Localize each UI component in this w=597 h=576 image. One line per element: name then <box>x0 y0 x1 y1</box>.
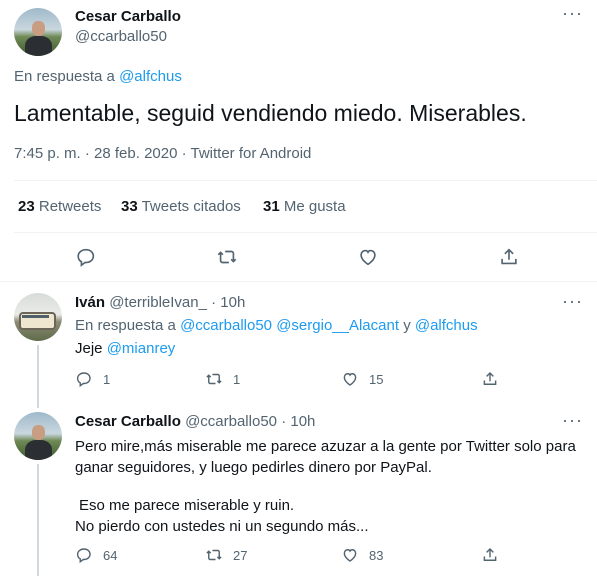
tweet-text-spacer <box>75 478 590 495</box>
tweet-text-line: ganar seguidores, y luego pedirles diner… <box>75 459 432 476</box>
reply-prefix: En respuesta a <box>75 317 176 334</box>
avatar-face <box>32 425 45 440</box>
avatar-body <box>24 35 53 56</box>
more-icon[interactable]: ··· <box>562 411 583 429</box>
reply-header: Cesar Carballo @ccarballo50 · 10h <box>75 413 315 430</box>
author-handle[interactable]: @terribleIvan_ <box>109 294 207 311</box>
share-button[interactable] <box>481 546 499 564</box>
reply-prefix: En respuesta a <box>14 68 115 85</box>
more-icon[interactable]: ··· <box>562 4 583 22</box>
avatar-face <box>32 21 45 36</box>
divider <box>14 180 597 181</box>
share-button[interactable] <box>498 246 520 268</box>
retweet-button[interactable]: 1 <box>205 370 240 388</box>
like-icon <box>360 249 376 266</box>
author-name[interactable]: Cesar Carballo <box>75 8 181 25</box>
reply-to-link[interactable]: @ccarballo50 <box>180 317 272 334</box>
share-icon <box>483 371 497 385</box>
stat-retweets[interactable]: 23 Retweets <box>18 198 101 215</box>
reply-icon <box>76 372 91 388</box>
reply-icon <box>77 248 95 267</box>
tweet-text-line: Eso me parece miserable y ruin. <box>79 497 295 514</box>
like-icon <box>343 549 357 562</box>
tweet-text: Pero mire,más miserable me parece azuzar… <box>75 436 590 537</box>
retweets-label: Retweets <box>38 198 102 215</box>
reply-to-link[interactable]: @sergio__Alacant <box>276 317 399 334</box>
retweet-count: 1 <box>233 371 241 387</box>
likes-label: Me gusta <box>283 198 346 215</box>
author-handle[interactable]: @ccarballo50 <box>75 28 167 45</box>
reply-context: En respuesta a @alfchus <box>14 68 182 85</box>
reply-button[interactable] <box>75 246 97 268</box>
tweet-text: Jeje @mianrey <box>75 340 175 357</box>
tweet-meta[interactable]: 7:45 p. m. · 28 feb. 2020 · Twitter for … <box>14 145 311 162</box>
stat-quotes[interactable]: 33 Tweets citados <box>121 198 241 215</box>
like-count: 83 <box>369 547 384 563</box>
retweet-button[interactable] <box>216 246 238 268</box>
like-button[interactable] <box>357 246 379 268</box>
like-button[interactable]: 15 <box>341 370 383 388</box>
stat-likes[interactable]: 31 Me gusta <box>263 198 346 215</box>
avatar[interactable] <box>14 293 62 341</box>
thread-line <box>37 345 39 408</box>
avatar-image-detail <box>21 314 49 319</box>
retweets-count: 23 <box>18 198 35 215</box>
avatar[interactable] <box>14 412 62 460</box>
reply-count: 64 <box>103 547 118 563</box>
author-name[interactable]: Cesar Carballo <box>75 413 181 430</box>
likes-count: 31 <box>263 198 280 215</box>
reply-header: Iván @terribleIvan_ · 10h <box>75 294 245 311</box>
like-icon <box>343 373 357 386</box>
tweet-text-prefix: Jeje <box>75 340 103 357</box>
share-icon <box>483 547 497 561</box>
divider <box>14 232 597 233</box>
more-icon[interactable]: ··· <box>562 292 583 310</box>
quotes-count: 33 <box>121 198 138 215</box>
like-count: 15 <box>369 371 384 387</box>
like-button[interactable]: 83 <box>341 546 383 564</box>
retweet-button[interactable]: 27 <box>205 546 247 564</box>
quotes-label: Tweets citados <box>141 198 241 215</box>
timestamp[interactable]: · 10h <box>211 294 245 311</box>
retweet-icon <box>217 250 237 264</box>
retweet-icon <box>206 373 222 385</box>
share-button[interactable] <box>481 370 499 388</box>
avatar[interactable] <box>14 8 62 56</box>
retweet-count: 27 <box>233 547 248 563</box>
tweet-text-line: Pero mire,más miserable me parece azuzar… <box>75 438 576 455</box>
reply-to-link[interactable]: @alfchus <box>415 317 478 334</box>
reply-button[interactable]: 1 <box>75 370 110 388</box>
reply-to-link[interactable]: @alfchus <box>119 68 182 85</box>
reply-count: 1 <box>103 371 111 387</box>
mention-link[interactable]: @mianrey <box>107 340 176 357</box>
avatar-body <box>24 439 53 460</box>
reply-button[interactable]: 64 <box>75 546 117 564</box>
author-handle[interactable]: @ccarballo50 <box>185 413 277 430</box>
divider <box>0 281 597 282</box>
reply-context: En respuesta a @ccarballo50 @sergio__Ala… <box>75 317 478 334</box>
tweet-text-line: No pierdo con ustedes ni un segundo más.… <box>75 518 369 535</box>
reply-icon <box>76 548 91 564</box>
thread-line <box>37 464 39 576</box>
share-icon <box>501 248 517 265</box>
tweet-text: Lamentable, seguid vendiendo miedo. Mise… <box>14 100 527 126</box>
timestamp[interactable]: · 10h <box>281 413 315 430</box>
author-name[interactable]: Iván <box>75 294 105 311</box>
retweet-icon <box>206 549 222 561</box>
reply-separator: y <box>403 317 411 334</box>
